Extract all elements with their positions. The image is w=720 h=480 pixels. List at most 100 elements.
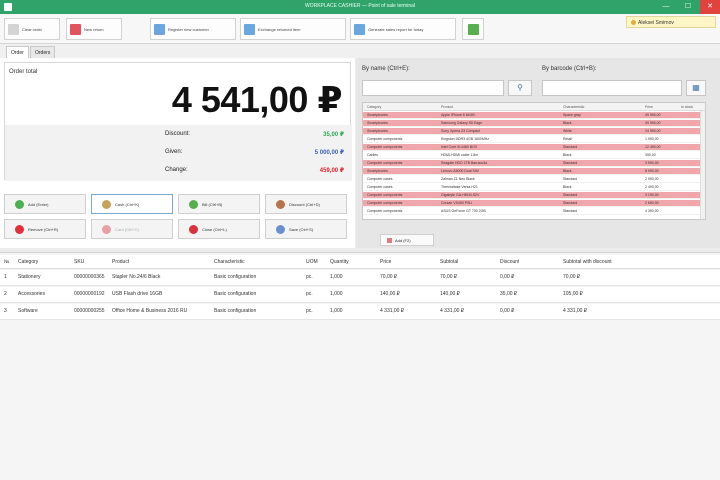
clear-icon [8,23,19,35]
product-grid-row[interactable]: Smartphones Lenovo A6000 Dual SIM Black 8 9… [363,168,705,175]
card-button[interactable]: Card (Ctrl+C) [91,219,173,239]
order-item-cell: 3 [4,308,7,314]
sales-report-button[interactable]: Generate sales report for today [350,18,456,40]
product-grid-row[interactable]: Smartphones Sony Xperia Z3 Compact White 24… [363,128,705,135]
product-grid-cell: Apple iPhone 6 64GB [441,113,475,117]
product-grid-cell: 8 990,00 [645,169,659,173]
user-icon [631,20,636,25]
order-item-cell: Accessories [18,291,45,297]
product-grid-cell: Standard [563,161,578,165]
product-grid-cell: Lenovo A6000 Dual SIM [441,169,479,173]
bill-button[interactable]: Bill (Ctrl+B) [178,194,260,214]
tab-orders[interactable]: Orders [30,46,56,58]
given-value: 5 000,00 ₽ [314,150,344,156]
product-grid-cell: Black [563,121,572,125]
keyboard-button[interactable]: ▦ [686,80,706,96]
product-grid[interactable]: Category Product Characteristic Price In… [362,102,706,220]
exchange-icon [244,23,255,35]
save-icon [276,224,285,234]
product-grid-cell: 390,00 [645,153,656,157]
product-grid-cell: Computer components [367,145,403,149]
product-grid-cell: ASUS GeForce GT 730 2GB [441,209,486,213]
search-by-name-input[interactable] [362,80,504,96]
product-search-pane: By name (Ctrl+E): ⚲ By barcode (Ctrl+B):… [356,58,720,248]
order-item-cell: 70,00 ₽ [380,274,398,280]
product-grid-cell: Computer components [367,193,403,197]
product-grid-cell: HDMI-HDMI cable 1.8m [441,153,479,157]
product-grid-scrollbar[interactable] [700,111,705,219]
order-item-cell: 70,00 ₽ [563,274,581,280]
product-grid-cell: Computer components [367,201,403,205]
order-item-cell: 70,00 ₽ [440,274,458,280]
order-item-row[interactable]: 2 Accessories 00000000192 USB Flash drive 1… [0,287,720,303]
plus-icon [15,199,24,209]
product-grid-cell: Space gray [563,113,581,117]
remove-icon [15,224,24,234]
product-grid-cell: 3 190,00 [645,193,659,197]
product-grid-row[interactable]: Cables HDMI-HDMI cable 1.8m Black 390,00 [363,152,705,159]
tab-order[interactable]: Order [6,46,29,58]
product-grid-cell: Gigabyte GA-H81M-S2V [441,193,480,197]
order-item-cell: 00000000192 [74,291,105,297]
toolbar: Clear order New return Register new cust… [0,14,720,44]
add-button[interactable]: Add (Enter) [4,194,86,214]
product-grid-row[interactable]: Computer components Intel Core i5-4460 BO… [363,144,705,151]
order-item-row[interactable]: 1 Stationery 00000000365 Stapler No.24/6 Bl… [0,270,720,286]
order-pane: Order total 4 541,00 ₽ Discount: 35,00 ₽… [0,58,355,248]
product-grid-cell: Black [563,185,572,189]
exchange-item-button[interactable]: Exchange returned item [240,18,346,40]
order-item-cell: 140,00 ₽ [440,291,460,297]
add-product-button[interactable]: Add (F2) [380,234,434,246]
product-grid-row[interactable]: Computer cases Zalman Z1 Neo Black Standar… [363,176,705,183]
order-items-header: № Category SKU Product Characteristic UO… [0,255,720,269]
close-order-button[interactable]: Close (Ctrl+L) [178,219,260,239]
cash-icon [102,199,111,209]
new-return-button[interactable]: New return [66,18,122,40]
order-total-label: Order total [9,69,38,75]
product-grid-row[interactable]: Computer components Corsair VS450 PSU Stan… [363,200,705,207]
minimize-button[interactable]: — [656,0,676,14]
search-by-barcode-input[interactable] [542,80,682,96]
product-grid-cell: Standard [563,209,578,213]
current-user[interactable]: Aleksei Smirnov [626,16,716,28]
pencil-icon [467,23,479,35]
search-button[interactable]: ⚲ [508,80,532,96]
order-item-cell: 0,00 ₽ [500,274,515,280]
order-item-row[interactable]: 3 Software 00000000255 Office Home & Busine… [0,304,720,320]
product-grid-row[interactable]: Computer components ASUS GeForce GT 730 2… [363,208,705,215]
order-item-cell: 4 331,00 ₽ [380,308,405,314]
product-grid-cell: 2 490,00 [645,185,659,189]
close-circle-icon [189,224,198,234]
clear-order-button[interactable]: Clear order [4,18,60,40]
discount-button[interactable]: Discount (Ctrl+D) [265,194,347,214]
product-grid-cell: Zalman Z1 Neo Black [441,177,475,181]
remove-button[interactable]: Remove (Ctrl+R) [4,219,86,239]
product-grid-cell: Sony Xperia Z3 Compact [441,129,481,133]
order-item-cell: 35,00 ₽ [500,291,518,297]
order-item-cell: pc. [306,274,313,280]
order-item-cell: 0,00 ₽ [500,308,515,314]
customer-icon [154,23,165,35]
product-grid-row[interactable]: Computer components Kingston DDR3 4GB 160… [363,136,705,143]
product-grid-row[interactable]: Smartphones Apple iPhone 6 64GB Space gray… [363,112,705,119]
close-window-button[interactable]: ✕ [700,0,720,14]
discount-label: Discount: [165,131,191,137]
product-grid-cell: Cables [367,153,378,157]
product-grid-row[interactable]: Computer cases Thermaltake Versa H21 Black… [363,184,705,191]
product-grid-cell: Thermaltake Versa H21 [441,185,478,189]
register-customer-button[interactable]: Register new customer [150,18,236,40]
cash-button[interactable]: Cash (Ctrl+K) [91,194,173,214]
search-by-barcode-label: By barcode (Ctrl+B): [542,66,597,72]
product-grid-row[interactable]: Computer components Seagate HDD 1TB Barra… [363,160,705,167]
edit-button[interactable] [462,18,484,40]
order-item-cell: Basic configuration [214,274,257,280]
product-grid-cell: Computer components [367,209,403,213]
product-grid-cell: Retail [563,137,572,141]
maximize-button[interactable]: ☐ [678,0,698,14]
product-grid-row[interactable]: Computer components Gigabyte GA-H81M-S2V S… [363,192,705,199]
card-icon [102,224,111,234]
product-grid-cell: Corsair VS450 PSU [441,201,472,205]
product-grid-row[interactable]: Smartphones Samsung Galaxy S6 Edge Black 39… [363,120,705,127]
product-grid-cell: 3 590,00 [645,161,659,165]
save-button[interactable]: Save (Ctrl+S) [265,219,347,239]
